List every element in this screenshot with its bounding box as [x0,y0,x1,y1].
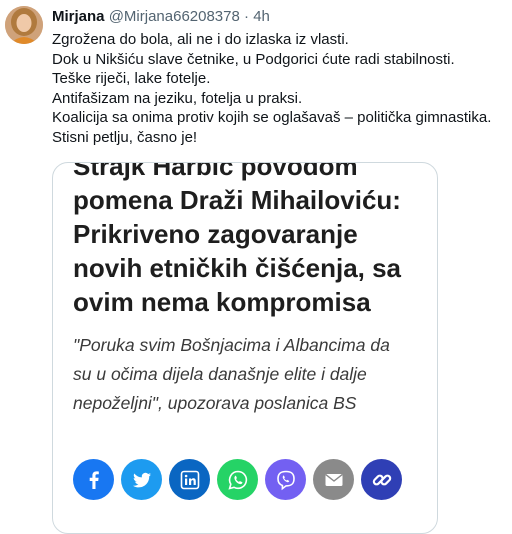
headline-line: novih etničkih čišćenja, sa [73,253,402,283]
tweet-header: Mirjana @Mirjana66208378 · 4h [52,8,270,26]
twitter-icon [132,472,151,487]
tweet-text-line: Zgrožena do bola, ali ne i do izlaska iz… [52,31,349,48]
headline-line: pomena Draži Mihailoviću: [73,185,401,215]
viber-share-button[interactable] [265,459,306,500]
headline-line: ovim nema kompromisa [73,287,371,317]
tweet-text-line: Stisni petlju, časno je! [52,128,198,146]
article-headline: Strajk Harbić povodom pomena Draži Mihai… [73,162,433,319]
quote-line: "Poruka svim Bošnjacima i Albancima da [73,335,390,355]
tweet-text-line: Koalicija sa onima protiv kojih se oglaš… [52,109,492,127]
twitter-share-button[interactable] [121,459,162,500]
separator-dot: · [244,8,250,25]
tweet-text: Zgrožena do bola, ali ne i do izlaska iz… [52,30,507,148]
tweet-time[interactable]: 4h [253,8,270,25]
copy-link-share-button[interactable] [361,459,402,500]
author-name[interactable]: Mirjana [52,8,105,25]
quote-line: su u očima dijela današnje elite i dalje [73,364,367,384]
quote-line: nepoželjni", upozorava poslanica BS [73,393,357,413]
tweet-text-line: Antifašizam na jeziku, fotelja u praksi. [52,89,303,107]
viber-icon [276,470,295,490]
avatar[interactable] [5,6,43,44]
headline-line: Strajk Harbić povodom [73,162,358,181]
email-icon [324,473,343,486]
avatar-image [5,6,43,44]
article-quote: "Poruka svim Bošnjacima i Albancima da s… [73,331,418,418]
email-share-button[interactable] [313,459,354,500]
linkedin-share-button[interactable] [169,459,210,500]
whatsapp-share-button[interactable] [217,459,258,500]
author-handle[interactable]: @Mirjana66208378 [109,8,240,25]
facebook-share-button[interactable] [73,459,114,500]
share-buttons-row [73,459,402,500]
linkedin-icon [180,470,199,489]
facebook-icon [89,470,99,489]
copy-link-icon [372,474,391,485]
tweet-text-line: Dok u Nikšiću slave četnike, u Podgorici… [52,50,455,68]
tweet-text-line: Teške riječi, lake fotelje. [52,70,211,88]
embedded-image-card[interactable]: Strajk Harbić povodom pomena Draži Mihai… [52,162,438,534]
headline-line: Prikriveno zagovaranje [73,219,358,249]
whatsapp-icon [227,470,247,490]
